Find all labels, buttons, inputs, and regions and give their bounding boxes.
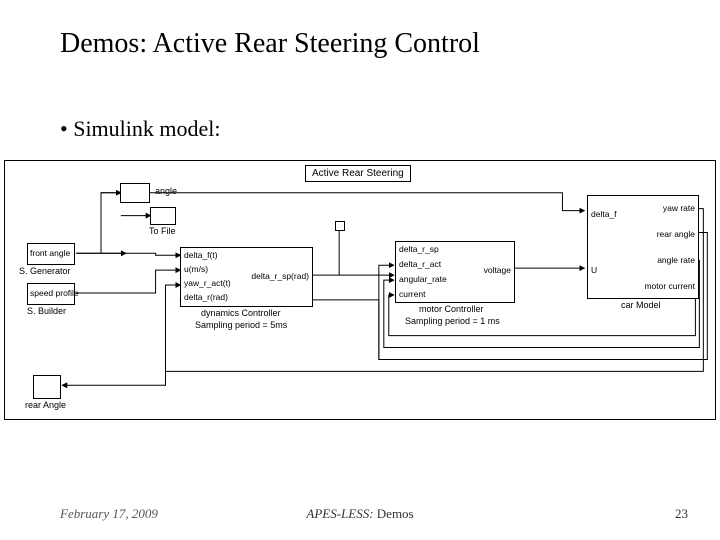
diagram-title-label: Active Rear Steering [305, 165, 411, 182]
car-out-2: rear angle [657, 230, 695, 239]
front-angle-type: S. Generator [19, 267, 71, 277]
slide-title: Demos: Active Rear Steering Control [60, 28, 480, 60]
dyn-out: delta_r_sp(rad) [251, 272, 309, 281]
front-angle-block: front angle [27, 243, 75, 265]
motor-in-1: delta_r_sp [399, 245, 439, 254]
front-angle-port: front angle [30, 249, 70, 258]
rear-angle-sink [33, 375, 61, 399]
bullet-text: Simulink model: [60, 116, 221, 142]
dyn-in-3: yaw_r_act(t) [184, 279, 231, 288]
motor-controller-sample: Sampling period = 1 ms [405, 317, 500, 327]
car-in-2: U [591, 266, 597, 275]
angle-display-block [120, 183, 150, 203]
car-out-3: angle rate [657, 256, 695, 265]
speed-profile-block: speed profile [27, 283, 75, 305]
dynamics-controller-block: delta_f(t) u(m/s) yaw_r_act(t) delta_r(r… [180, 247, 313, 307]
dynamics-controller-name: dynamics Controller [201, 309, 281, 319]
rear-angle-sink-label: rear Angle [25, 401, 66, 411]
dyn-in-2: u(m/s) [184, 265, 208, 274]
motor-controller-name: motor Controller [419, 305, 484, 315]
motor-controller-block: delta_r_sp delta_r_act angular_rate curr… [395, 241, 515, 303]
dyn-in-4: delta_r(rad) [184, 293, 228, 302]
dyn-in-1: delta_f(t) [184, 251, 218, 260]
motor-in-4: current [399, 290, 425, 299]
simulink-diagram: Active Rear Steering angle To File front… [4, 160, 716, 420]
motor-in-3: angular_rate [399, 275, 447, 284]
motor-in-2: delta_r_act [399, 260, 441, 269]
mux-block [335, 221, 345, 231]
car-in-1: delta_f [591, 210, 617, 219]
footer-page-number: 23 [675, 506, 688, 522]
footer-center: APES-LESS: Demos [306, 506, 413, 522]
to-file-block [150, 207, 176, 225]
car-model-block: delta_f U yaw rate rear angle angle rate… [587, 195, 699, 299]
angle-display-label: angle [155, 187, 177, 197]
motor-out: voltage [484, 266, 511, 275]
to-file-label: To File [149, 227, 176, 237]
dynamics-controller-sample: Sampling period = 5ms [195, 321, 287, 331]
speed-profile-type: S. Builder [27, 307, 66, 317]
footer-date: February 17, 2009 [60, 506, 158, 522]
car-out-1: yaw rate [663, 204, 695, 213]
speed-profile-port: speed profile [30, 289, 79, 298]
car-out-4: motor current [644, 282, 695, 291]
car-model-name: car Model [621, 301, 661, 311]
footer-center-suffix: Demos [374, 506, 414, 521]
footer-center-prefix: APES-LESS: [306, 506, 373, 521]
